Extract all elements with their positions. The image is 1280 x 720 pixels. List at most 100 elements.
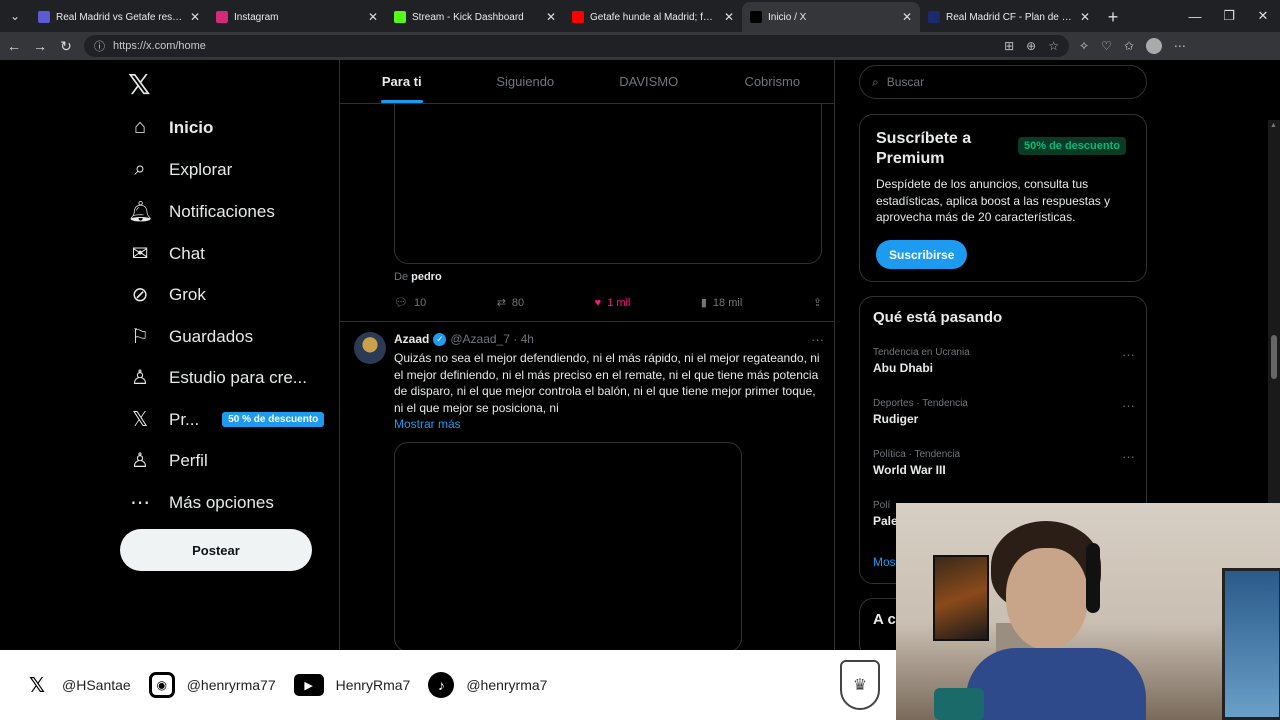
tab-title: Stream - Kick Dashboard (412, 11, 524, 23)
window-controls: — ❐ ✕ (1178, 0, 1280, 32)
more-options-icon[interactable]: ··· (1122, 449, 1135, 464)
app-icon[interactable]: ⊞ (1004, 39, 1014, 53)
sidebar-item-grok[interactable]: ⊘ Grok (128, 282, 206, 307)
sidebar-item-label: Estudio para cre... (169, 367, 307, 387)
reply-icon: 💬︎ (394, 297, 408, 309)
trend-name: World War III (873, 463, 946, 477)
social-handle: HenryRma7 (335, 677, 411, 693)
views-button[interactable]: ▮ 18 mil (701, 296, 742, 310)
trend-item[interactable]: Política · Tendencia World War III ··· (873, 449, 1135, 477)
sidebar-item-guardados[interactable]: ⚐ Guardados (128, 324, 253, 349)
more-options-icon[interactable]: ··· (1122, 347, 1135, 362)
tab-close-icon[interactable]: ✕ (546, 10, 556, 24)
microphone-icon (934, 688, 984, 720)
tweet-header: Azaad ✓ @Azaad_7 · 4h (394, 332, 534, 346)
tab-cobrismo[interactable]: Cobrismo (711, 60, 835, 103)
tab-close-icon[interactable]: ✕ (190, 10, 200, 24)
show-more-link[interactable]: Mostrar más (394, 417, 461, 431)
social-handle: @HSantae (62, 677, 131, 693)
close-window-button[interactable]: ✕ (1246, 0, 1280, 32)
browser-tab[interactable]: Instagram ✕ (208, 2, 386, 32)
tab-close-icon[interactable]: ✕ (724, 10, 734, 24)
trend-item[interactable]: Deportes · Tendencia Rudiger ··· (873, 398, 1135, 426)
settings-more-icon[interactable]: ⋯ (1174, 39, 1186, 53)
tab-close-icon[interactable]: ✕ (368, 10, 378, 24)
trend-item[interactable]: Tendencia en Ucrania Abu Dhabi ··· (873, 347, 1135, 375)
browser-tab[interactable]: Inicio / X ✕ (742, 2, 920, 32)
share-button[interactable]: ⇪ (813, 296, 822, 309)
favorites-icon[interactable]: ✩ (1124, 39, 1134, 53)
more-options-icon[interactable]: ··· (811, 332, 824, 347)
extensions-icon[interactable]: ✧ (1079, 39, 1089, 53)
from-user[interactable]: pedro (411, 271, 442, 283)
scroll-thumb[interactable] (1271, 335, 1277, 379)
sidebar-item-label: Inicio (169, 117, 214, 137)
sidebar-item-pr[interactable]: 𝕏 Pr... 50 % de descuento (128, 407, 325, 432)
x-logo-icon[interactable]: 𝕏 (128, 68, 151, 101)
tab-davismo[interactable]: DAVISMO (587, 60, 711, 103)
browser-tab[interactable]: Getafe hunde al Madrid; fuera Ma ✕ (564, 2, 742, 32)
sidebar-item-perfil[interactable]: ♙ Perfil (128, 448, 208, 473)
sidebar-item-estudio-para-cre[interactable]: ♙ Estudio para cre... (128, 365, 307, 390)
reply-button[interactable]: 💬︎ 10 (394, 296, 427, 310)
url-field[interactable]: ⓘ https://x.com/home ⊞ ⊕ ☆ (84, 35, 1069, 57)
url-actions: ⊞ ⊕ ☆ (1004, 39, 1059, 53)
sidebar-item-inicio[interactable]: ⌂ Inicio (128, 116, 213, 139)
premium-title: Suscríbete a Premium (876, 130, 972, 167)
favorite-star-icon[interactable]: ☆ (1048, 39, 1059, 53)
browser-tab[interactable]: Stream - Kick Dashboard ✕ (386, 2, 564, 32)
subscribe-button[interactable]: Suscribirse (876, 240, 968, 269)
author-handle-time[interactable]: @Azaad_7 · 4h (450, 332, 534, 346)
new-tab-button[interactable]: + (1098, 2, 1128, 32)
like-button[interactable]: ♥ 1 mil (595, 296, 631, 309)
reply-count: 10 (413, 296, 427, 309)
reload-icon[interactable]: ↻ (58, 38, 74, 55)
calendar-icon (38, 11, 50, 23)
browser-essentials-icon[interactable]: ♡ (1101, 39, 1112, 53)
streamer-body (966, 648, 1146, 720)
sidebar-item-notificaciones[interactable]: 🔔︎ Notificaciones (128, 199, 275, 224)
repost-count: 80 (511, 296, 525, 309)
instagram-icon (216, 11, 228, 23)
tab-list-chevron-icon[interactable]: ⌄ (0, 0, 30, 32)
trend-category: Tendencia en Ucrania (873, 347, 970, 358)
scroll-up-icon[interactable]: ▲ (1270, 122, 1277, 129)
tweet-divider (340, 321, 835, 322)
sidebar-item-label: Guardados (169, 326, 254, 346)
avatar[interactable] (354, 332, 386, 364)
search-icon: ⌕ (134, 158, 146, 180)
sidebar-item-chat[interactable]: ✉ Chat (128, 241, 205, 266)
sidebar-item-explorar[interactable]: ⌕ Explorar (128, 158, 232, 181)
search-input[interactable]: ⌕ Buscar (859, 65, 1147, 99)
verified-badge-icon: ✓ (433, 332, 447, 346)
premium-discount-badge: 50 % de descuento (222, 412, 325, 427)
forward-icon[interactable]: → (32, 38, 48, 54)
profile-avatar[interactable] (1145, 38, 1162, 54)
premium-card: Suscríbete a Premium 50% de descuento De… (859, 114, 1147, 282)
show-more-trends-link[interactable]: Mos (873, 555, 896, 569)
tab-close-icon[interactable]: ✕ (902, 10, 912, 24)
social-youtube: ▶ HenryRma7 (293, 674, 411, 696)
tweet-media[interactable] (394, 442, 742, 652)
sidebar-item-label: Más opciones (169, 492, 274, 512)
restore-button[interactable]: ❐ (1212, 0, 1246, 32)
bookmark-icon: ⚐ (131, 326, 149, 348)
author-name[interactable]: Azaad (394, 332, 429, 346)
tab-siguiendo[interactable]: Siguiendo (464, 60, 588, 103)
youtube-icon (572, 11, 584, 23)
zoom-icon[interactable]: ⊕ (1026, 39, 1036, 53)
social-instagram: ◉ @henryrma77 (148, 672, 276, 698)
minimize-button[interactable]: — (1178, 0, 1212, 32)
more-options-icon[interactable]: ··· (1122, 398, 1135, 413)
tweet-media[interactable] (394, 104, 822, 264)
post-button[interactable]: Postear (120, 529, 312, 571)
sidebar-item-más-opciones[interactable]: ⋯ Más opciones (128, 490, 274, 515)
tiktok-icon: ♪ (428, 672, 455, 698)
tab-para-ti[interactable]: Para ti (340, 60, 464, 103)
repost-button[interactable]: ⇄ 80 (497, 296, 525, 310)
tab-close-icon[interactable]: ✕ (1080, 10, 1090, 24)
site-info-icon[interactable]: ⓘ (94, 38, 105, 54)
browser-tab[interactable]: Real Madrid CF - Plan de encuentr ✕ (920, 2, 1098, 32)
browser-tab[interactable]: Real Madrid vs Getafe resultados e ✕ (30, 2, 208, 32)
back-icon[interactable]: ← (6, 38, 22, 54)
